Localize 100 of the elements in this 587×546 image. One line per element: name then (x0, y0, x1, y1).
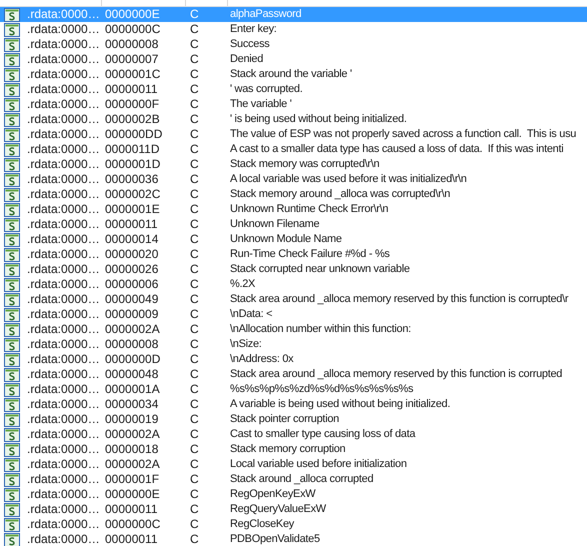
length-cell-text: 0000002A (105, 457, 161, 472)
address-cell-text: .rdata:0000… (27, 217, 101, 232)
length-cell-text: 0000000E (105, 7, 161, 22)
string-icon (4, 338, 20, 352)
string-icon (4, 172, 20, 186)
length-cell-text: 00000006 (105, 277, 160, 292)
length-cell-text: 00000034 (105, 397, 160, 412)
address-cell-text: .rdata:0000… (27, 247, 101, 262)
length-cell-text: 00000014 (105, 232, 160, 247)
length-cell-text: 0000000D (105, 352, 162, 367)
type-cell-text: C (190, 472, 200, 487)
address-cell-text: .rdata:0000… (27, 517, 101, 532)
string-icon (4, 202, 20, 216)
string-icon (4, 458, 20, 472)
length-cell-text: 00000011 (105, 217, 158, 232)
type-cell-text: C (190, 427, 200, 442)
address-cell-text: .rdata:0000… (27, 382, 101, 397)
address-cell-text: .rdata:0000… (27, 127, 101, 142)
type-cell-text: C (190, 187, 200, 202)
string-cell: Unknown Module Name (230, 232, 342, 247)
address-cell-text: .rdata:0000… (27, 157, 101, 172)
string-icon (4, 68, 20, 82)
string-cell: ' was corrupted. (230, 82, 303, 97)
string-icon (4, 218, 20, 232)
length-cell-text: 0000001A (105, 382, 161, 397)
length-cell-text: 00000018 (105, 442, 160, 457)
type-cell-text: C (190, 202, 200, 217)
address-cell-text: .rdata:0000… (27, 352, 101, 367)
address-cell-text: .rdata:0000… (27, 337, 101, 352)
length-cell-text: 00000008 (105, 337, 160, 352)
type-cell-text: C (190, 37, 200, 52)
string-icon (4, 442, 20, 456)
length-cell-text: 00000011 (105, 82, 158, 97)
string-icon (4, 428, 20, 442)
string-cell: Stack area around _alloca memory reserved by this function is corrupted\r (230, 292, 568, 307)
type-cell-text: C (190, 52, 200, 67)
length-cell-text: 0000001C (105, 67, 162, 82)
length-cell-text: 0000002A (105, 322, 161, 337)
string-icon (4, 488, 20, 502)
type-cell-text: C (190, 412, 200, 427)
string-cell: RegCloseKey (230, 517, 294, 532)
string-icon (4, 308, 20, 322)
type-cell-text: C (190, 487, 200, 502)
address-cell-text: .rdata:0000… (27, 472, 101, 487)
string-cell: ' is being used without being initialized. (230, 112, 407, 127)
type-cell-text: C (190, 532, 200, 546)
address-cell-text: .rdata:0000… (27, 397, 101, 412)
length-cell-text: 00000026 (105, 262, 160, 277)
address-cell-text: .rdata:0000… (27, 142, 101, 157)
address-cell-text: .rdata:0000… (27, 187, 101, 202)
length-cell-text: 00000049 (105, 292, 160, 307)
string-icon (4, 382, 20, 396)
type-cell-text: C (190, 127, 200, 142)
string-cell: \nSize: (230, 337, 262, 352)
length-cell-text: 0000000F (105, 97, 160, 112)
string-cell: Stack memory around _alloca was corrupted\r\n (230, 187, 450, 202)
type-cell-text: C (190, 217, 200, 232)
type-cell-text: C (190, 142, 200, 157)
type-cell-text: C (190, 262, 200, 277)
type-cell-text: C (190, 232, 200, 247)
string-icon (4, 98, 20, 112)
string-cell: Stack around _alloca corrupted (230, 472, 374, 487)
address-cell-text: .rdata:0000… (27, 457, 101, 472)
type-cell-text: C (190, 292, 200, 307)
type-cell-text: C (190, 22, 200, 37)
type-cell-text: C (190, 112, 200, 127)
address-cell-text: .rdata:0000… (27, 67, 101, 82)
length-cell-text: 0000000C (105, 517, 162, 532)
string-icon (4, 352, 20, 366)
type-cell-text: C (190, 367, 200, 382)
type-cell-text: C (190, 247, 200, 262)
type-cell-text: C (190, 352, 200, 367)
string-cell: Stack pointer corruption (230, 412, 339, 427)
type-cell-text: C (190, 397, 200, 412)
address-cell-text: .rdata:0000… (27, 82, 101, 97)
length-cell-text: 00000011 (105, 532, 158, 546)
string-cell: Unknown Runtime Check Error\r\n (230, 202, 388, 217)
address-cell-text: .rdata:0000… (27, 502, 101, 517)
type-cell-text: C (190, 307, 200, 322)
string-cell: The value of ESP was not properly saved across a function call. This is usu (230, 127, 576, 142)
address-cell-text: .rdata:0000… (27, 22, 101, 37)
address-cell-text: .rdata:0000… (27, 262, 101, 277)
string-cell: The variable ' (230, 97, 292, 112)
type-cell-text: C (190, 97, 200, 112)
type-cell-text: C (190, 67, 200, 82)
type-cell-text: C (190, 172, 200, 187)
address-cell-text: .rdata:0000… (27, 202, 101, 217)
string-cell: Local variable used before initialization (230, 457, 407, 472)
string-cell: PDBOpenValidate5 (230, 532, 320, 546)
string-cell: Run-Time Check Failure #%d - %s (230, 247, 390, 262)
length-cell-text: 0000001F (105, 472, 160, 487)
string-cell: Stack area around _alloca memory reserved by this function is corrupted (230, 367, 562, 382)
address-cell-text: .rdata:0000… (27, 367, 101, 382)
length-cell-text: 0000001E (105, 202, 161, 217)
string-icon (4, 398, 20, 412)
address-cell-text: .rdata:0000… (27, 172, 101, 187)
address-cell-text: .rdata:0000… (27, 442, 101, 457)
string-icon (4, 262, 20, 276)
address-cell-text: .rdata:0000… (27, 37, 101, 52)
length-cell-text: 000000DD (105, 127, 164, 142)
